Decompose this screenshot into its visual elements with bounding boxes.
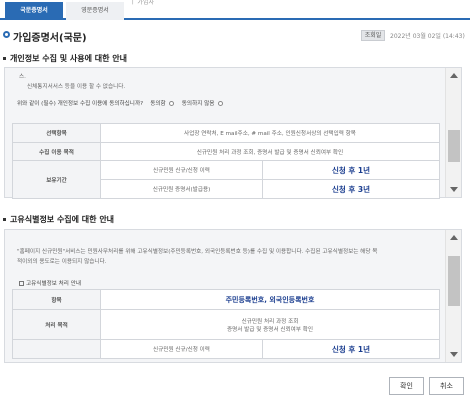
bullet-icon bbox=[3, 218, 6, 221]
processing-purpose-label: 처리 목적 bbox=[12, 309, 101, 340]
view-date-badge: 조회일 bbox=[361, 30, 385, 41]
unique-id-para-2: 적이외의 용도로는 이용되지 않습니다. bbox=[17, 259, 107, 265]
items-label: 선택항목 bbox=[12, 123, 101, 143]
purpose-label: 수집 이용 목적 bbox=[12, 142, 101, 161]
privacy-scrollbar[interactable] bbox=[445, 68, 461, 197]
unique-id-table: 항목 주민등록번호, 외국인등록번호 처리 목적 신규민원 처리 과정 조회 증… bbox=[12, 289, 440, 359]
unique-id-subhead-text: 고유식별정보 처리 안내 bbox=[26, 281, 82, 287]
processing-purpose-line1: 신규민원 처리 과정 조회 bbox=[241, 318, 299, 325]
item-label: 항목 bbox=[12, 289, 101, 310]
title-bullet-icon bbox=[3, 31, 10, 38]
processing-purpose-value: 신규민원 처리 과정 조회 증명서 발급 및 증명서 신뢰여부 확인 bbox=[100, 309, 440, 340]
section-unique-id-heading: 고유식별정보 수집에 대한 안내 bbox=[3, 214, 114, 225]
agree-radio[interactable] bbox=[169, 101, 175, 106]
retention-row2-right: 신청 후 3년 bbox=[262, 179, 440, 199]
consent-row: 위와 같이 (필수) 개인정보 수집 이용에 동의하십니까? 동의함 동의하지 … bbox=[17, 99, 225, 107]
retention-row2-left: 신규민원 증명서(발급용) bbox=[100, 179, 263, 199]
confirm-button[interactable]: 확인 bbox=[389, 377, 424, 395]
section-unique-id-heading-text: 고유식별정보 수집에 대한 안내 bbox=[10, 215, 115, 224]
disagree-label: 동의하지 않음 bbox=[181, 101, 215, 107]
certificate-tabs: 국문증명서 영문증명서 ㅣ 가입자 bbox=[0, 0, 470, 20]
disagree-radio[interactable] bbox=[218, 101, 224, 106]
processing-purpose-line2: 증명서 발급 및 증명서 신뢰여부 확인 bbox=[226, 326, 314, 333]
section-privacy-heading-text: 개인정보 수집 및 사용에 대한 안내 bbox=[10, 54, 127, 63]
privacy-scroll-box[interactable]: 스. 신체통지서서스 등을 이용 할 수 없습니다. 위와 같이 (필수) 개인… bbox=[4, 67, 462, 199]
title-row: 가입증명서(국문) 조회일 2022년 03월 02일 (14:43) bbox=[0, 27, 470, 44]
agree-label: 동의함 bbox=[150, 101, 166, 107]
scroll-up-arrow-icon[interactable] bbox=[450, 73, 458, 78]
consent-question: 위와 같이 (필수) 개인정보 수집 이용에 동의하십니까? bbox=[17, 101, 144, 107]
tab-korean-certificate[interactable]: 국문증명서 bbox=[5, 2, 63, 20]
retention-label: 보유기간 bbox=[12, 160, 101, 199]
unique-id-para-1: "홈페이지 신규민원"서비스는 민원사무처리를 위해 고유식별정보(주민등록번호… bbox=[17, 249, 378, 255]
view-date: 2022년 03월 02일 (14:43) bbox=[390, 33, 465, 40]
unique-retention-left: 신규민원 신규/신청 이력 bbox=[100, 339, 263, 359]
item-value: 주민등록번호, 외국인등록번호 bbox=[100, 289, 440, 310]
retention-row1-left: 신규민원 신규/신청 이력 bbox=[100, 160, 263, 180]
retention-row1-right: 신청 후 1년 bbox=[262, 160, 440, 180]
section-privacy-heading: 개인정보 수집 및 사용에 대한 안내 bbox=[3, 53, 127, 64]
privacy-text-a: 스. bbox=[19, 74, 26, 80]
page-title: 가입증명서(국문) bbox=[13, 33, 87, 44]
privacy-text-b: 신체통지서서스 등을 이용 할 수 없습니다. bbox=[27, 84, 126, 90]
unique-id-scrollbar[interactable] bbox=[445, 230, 461, 362]
scroll-down-arrow-icon[interactable] bbox=[450, 352, 458, 357]
scroll-thumb[interactable] bbox=[448, 256, 460, 306]
scroll-down-arrow-icon[interactable] bbox=[450, 187, 458, 192]
unique-retention-right: 신청 후 1년 bbox=[262, 339, 440, 359]
retention-label-2 bbox=[12, 339, 101, 359]
cancel-button[interactable]: 취소 bbox=[429, 377, 464, 395]
unique-id-scroll-box[interactable]: "홈페이지 신규민원"서비스는 민원사무처리를 위해 고유식별정보(주민등록번호… bbox=[4, 229, 462, 363]
scroll-thumb[interactable] bbox=[448, 130, 460, 162]
purpose-value: 신규민원 처리 과정 조회, 증명서 발급 및 증명서 신뢰여부 확인 bbox=[100, 142, 440, 161]
privacy-table: 선택항목 사업장 연락처, E mail주소, # mail 주소, 인원신청서… bbox=[12, 123, 440, 199]
checkbox-icon bbox=[19, 281, 24, 286]
tab-english-certificate[interactable]: 영문증명서 bbox=[66, 2, 124, 20]
items-value: 사업장 연락처, E mail주소, # mail 주소, 인원신청서상의 선택… bbox=[100, 123, 440, 143]
unique-id-subhead: 고유식별정보 처리 안내 bbox=[19, 279, 81, 287]
scroll-up-arrow-icon[interactable] bbox=[450, 235, 458, 240]
bullet-icon bbox=[3, 57, 6, 60]
top-caption: ㅣ 가입자 bbox=[130, 0, 154, 6]
